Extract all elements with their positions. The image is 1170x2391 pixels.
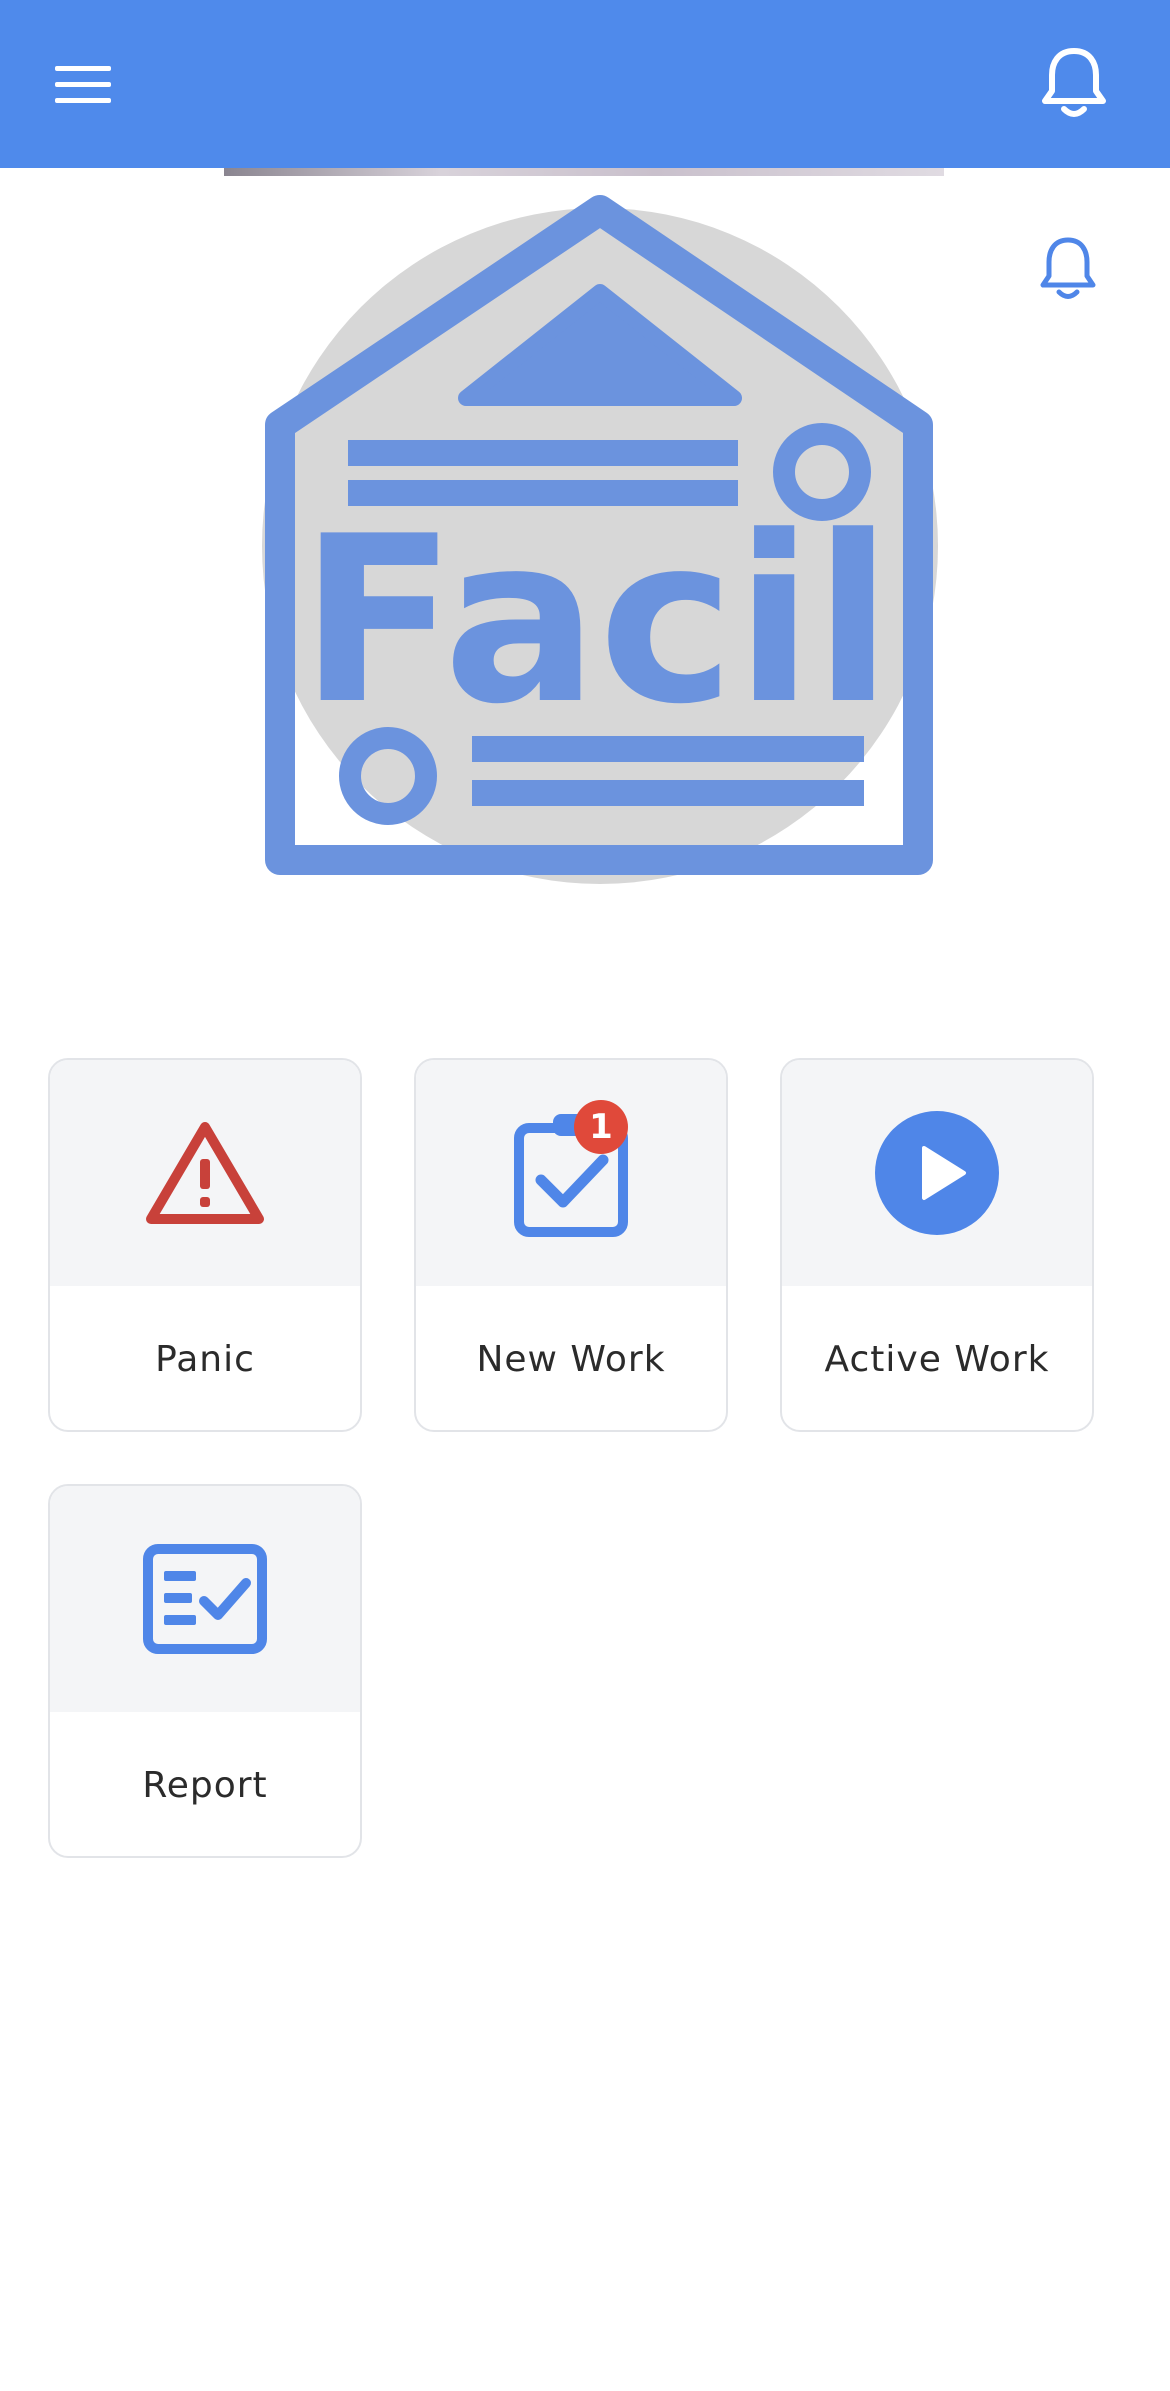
panic-tile-icon-area — [50, 1060, 360, 1286]
report-tile[interactable]: Report — [48, 1484, 362, 1858]
notifications-bell-button[interactable] — [1028, 230, 1108, 310]
panic-tile[interactable]: Panic — [48, 1058, 362, 1432]
hamburger-menu-icon — [55, 66, 111, 103]
new-work-label: New Work — [476, 1338, 666, 1380]
report-tile-icon-area — [50, 1486, 360, 1712]
bell-icon — [1040, 237, 1096, 299]
notifications-button[interactable] — [1030, 40, 1118, 128]
bell-icon — [1042, 48, 1106, 117]
active-work-label: Active Work — [824, 1338, 1050, 1380]
report-checklist-icon — [143, 1544, 267, 1654]
active-work-tile[interactable]: Active Work — [780, 1058, 1094, 1432]
report-label: Report — [142, 1764, 268, 1806]
active-work-tile-icon-area — [782, 1060, 1092, 1286]
new-work-badge: 1 — [574, 1100, 628, 1154]
logo-text: Facil — [300, 488, 893, 755]
warning-triangle-icon — [146, 1122, 264, 1224]
menu-button[interactable] — [40, 50, 126, 118]
new-work-tile[interactable]: 1 New Work — [414, 1058, 728, 1432]
banner-image-strip — [224, 168, 944, 176]
facil-logo: Facil — [250, 180, 950, 900]
play-circle-icon — [875, 1111, 999, 1235]
panic-label: Panic — [155, 1338, 255, 1380]
app-bar — [0, 0, 1170, 168]
new-work-tile-icon-area: 1 — [416, 1060, 726, 1286]
